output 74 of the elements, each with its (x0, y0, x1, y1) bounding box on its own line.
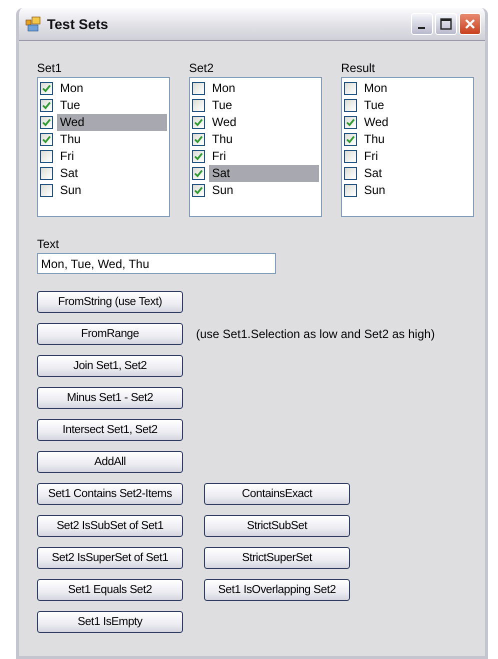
checkbox[interactable] (192, 150, 205, 163)
list-item[interactable]: Wed (57, 114, 167, 131)
action-button[interactable]: Set1 IsOverlapping Set2 (204, 579, 350, 601)
checkbox[interactable] (192, 116, 205, 129)
list-item[interactable]: Tue (361, 97, 471, 114)
close-icon (464, 18, 476, 30)
checkbox[interactable] (344, 150, 357, 163)
list-item[interactable]: Mon (57, 80, 167, 97)
list-item[interactable]: Sat (361, 165, 471, 182)
checkbox[interactable] (40, 116, 53, 129)
checkbox[interactable] (344, 82, 357, 95)
checked-list-box[interactable]: Mon Tue Wed Thu Fri Sat Sun (341, 77, 474, 217)
list-item[interactable]: Sun (361, 182, 471, 199)
list-item[interactable]: Thu (209, 131, 319, 148)
checkbox[interactable] (40, 133, 53, 146)
list-label: Set2 (189, 61, 215, 75)
checkbox[interactable] (192, 133, 205, 146)
list-item[interactable]: Fri (57, 148, 167, 165)
checked-list-box[interactable]: Mon Tue Wed Thu Fri Sat Sun (189, 77, 322, 217)
list-item[interactable]: Sat (57, 165, 167, 182)
checkbox[interactable] (40, 99, 53, 112)
list-item[interactable]: Sun (57, 182, 167, 199)
close-button[interactable] (459, 13, 481, 35)
maximize-icon (440, 18, 452, 30)
list-item[interactable]: Thu (361, 131, 471, 148)
minimize-icon (418, 27, 424, 29)
list-item[interactable]: Fri (361, 148, 471, 165)
list-item[interactable]: Sun (209, 182, 319, 199)
list-label: Set1 (37, 61, 63, 75)
hint-text: (use Set1.Selection as low and Set2 as high) (196, 327, 435, 341)
action-button[interactable]: Set1 Contains Set2-Items (37, 483, 183, 505)
action-button[interactable]: FromString (use Text) (37, 291, 183, 313)
list-item[interactable]: Mon (209, 80, 319, 97)
action-button[interactable]: FromRange (37, 323, 183, 345)
field-label: Text (37, 237, 60, 251)
minimize-button[interactable] (411, 13, 433, 35)
action-button[interactable]: Set1 IsEmpty (37, 611, 183, 633)
maximize-button[interactable] (435, 13, 457, 35)
checkbox[interactable] (344, 167, 357, 180)
list-item[interactable]: Fri (209, 148, 319, 165)
action-button[interactable]: Set2 IsSuperSet of Set1 (37, 547, 183, 569)
app-icon (25, 16, 41, 32)
window-title: Test Sets (47, 16, 110, 32)
checkbox[interactable] (344, 116, 357, 129)
action-button[interactable]: Set1 Equals Set2 (37, 579, 183, 601)
list-item[interactable]: Tue (57, 97, 167, 114)
action-button[interactable]: Join Set1, Set2 (37, 355, 183, 377)
checked-list-box[interactable]: Mon Tue Wed Thu Fri Sat Sun (37, 77, 170, 217)
checkbox[interactable] (192, 184, 205, 197)
action-button[interactable]: Minus Set1 - Set2 (37, 387, 183, 409)
list-item[interactable]: Wed (361, 114, 471, 131)
action-button[interactable]: AddAll (37, 451, 183, 473)
list-label: Result (341, 61, 376, 75)
list-item[interactable]: Sat (209, 165, 319, 182)
list-item[interactable]: Tue (209, 97, 319, 114)
text-field[interactable]: Mon, Tue, Wed, Thu (37, 253, 276, 274)
checkbox[interactable] (344, 99, 357, 112)
list-item[interactable]: Thu (57, 131, 167, 148)
checkbox[interactable] (344, 133, 357, 146)
checkbox[interactable] (192, 82, 205, 95)
checkbox[interactable] (40, 82, 53, 95)
checkbox[interactable] (40, 184, 53, 197)
checkbox[interactable] (192, 99, 205, 112)
action-button[interactable]: StrictSuperSet (204, 547, 350, 569)
checkbox[interactable] (192, 167, 205, 180)
action-button[interactable]: ContainsExact (204, 483, 350, 505)
action-button[interactable]: StrictSubSet (204, 515, 350, 537)
action-button[interactable]: Set2 IsSubSet of Set1 (37, 515, 183, 537)
list-item[interactable]: Mon (361, 80, 471, 97)
action-button[interactable]: Intersect Set1, Set2 (37, 419, 183, 441)
list-item[interactable]: Wed (209, 114, 319, 131)
checkbox[interactable] (344, 184, 357, 197)
checkbox[interactable] (40, 167, 53, 180)
checkbox[interactable] (40, 150, 53, 163)
